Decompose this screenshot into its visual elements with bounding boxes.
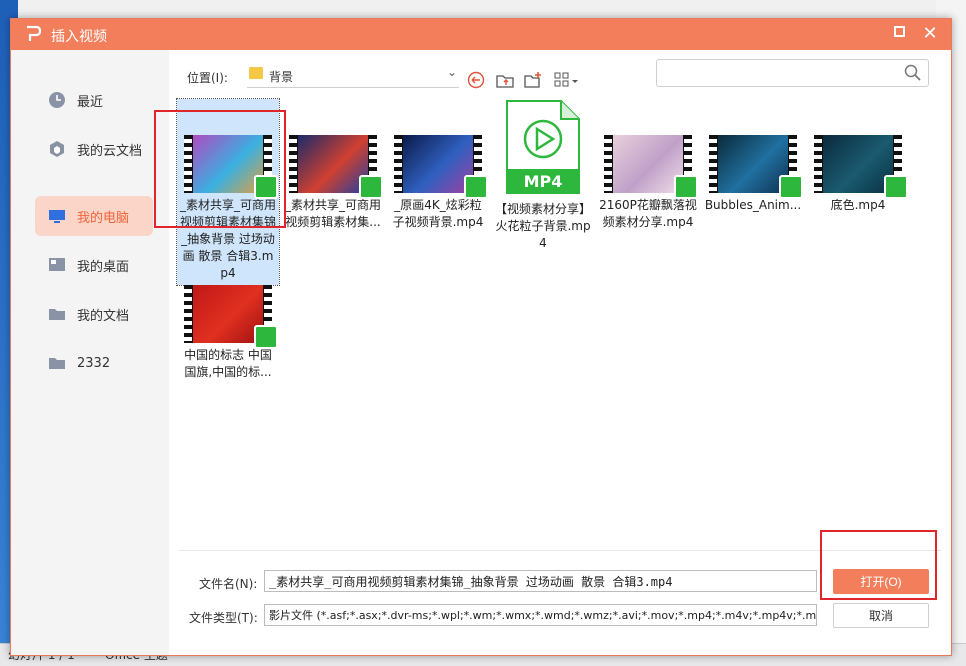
search-icon[interactable]	[904, 64, 922, 82]
video-thumbnail	[814, 135, 908, 199]
sidebar-item-my-computer[interactable]: 我的电脑	[35, 196, 153, 236]
title-bar: 插入视频 ✕	[11, 19, 951, 50]
sidebar-item-recent[interactable]: 最近	[35, 80, 153, 120]
desktop-icon	[47, 255, 67, 275]
video-badge-icon	[779, 175, 803, 199]
new-folder-icon[interactable]	[524, 71, 542, 89]
location-label: 位置(I):	[187, 71, 228, 85]
video-badge-icon	[254, 325, 278, 349]
up-folder-icon[interactable]	[496, 71, 514, 89]
wps-logo-icon	[27, 25, 41, 41]
file-item[interactable]: _素材共享_可商用视频剪辑素材集...	[282, 99, 384, 231]
video-thumbnail	[709, 135, 803, 199]
sidebar-item-label: 我的电脑	[77, 210, 130, 226]
sidebar-item-label: 我的桌面	[77, 259, 130, 275]
video-thumbnail	[604, 135, 698, 199]
insert-video-dialog: 插入视频 ✕ 最近 我的云文档 我的电脑 我的桌面 我的文档 2332 位置(I…	[10, 18, 952, 656]
sidebar: 最近 我的云文档 我的电脑 我的桌面 我的文档 2332	[11, 50, 169, 655]
file-item[interactable]: 2160P花瓣飘落视频素材分享.mp4	[597, 99, 699, 231]
video-thumbnail	[184, 285, 278, 349]
sidebar-item-2332[interactable]: 2332	[35, 343, 153, 383]
file-name: _原画4K_炫彩粒子视频背景.mp4	[392, 198, 484, 229]
cancel-button[interactable]: 取消	[833, 603, 929, 628]
file-name: 底色.mp4	[830, 198, 886, 212]
search-input[interactable]	[663, 62, 897, 86]
video-badge-icon	[674, 175, 698, 199]
folder-icon	[47, 304, 67, 324]
file-item[interactable]: _原画4K_炫彩粒子视频背景.mp4	[387, 99, 489, 231]
dialog-title: 插入视频	[51, 29, 107, 45]
video-badge-icon	[359, 175, 383, 199]
mp4-file-icon: MP4	[505, 99, 581, 195]
sidebar-item-cloud-docs[interactable]: 我的云文档	[35, 129, 153, 169]
annotation-highlight-file	[154, 110, 286, 228]
maximize-icon[interactable]	[894, 26, 905, 37]
video-thumbnail	[289, 135, 383, 199]
close-icon[interactable]: ✕	[919, 23, 941, 45]
file-item[interactable]: Bubbles_Anim...	[702, 99, 804, 214]
file-name: 2160P花瓣飘落视频素材分享.mp4	[599, 198, 697, 229]
video-badge-icon	[884, 175, 908, 199]
folder-icon	[47, 353, 67, 373]
sidebar-item-desktop[interactable]: 我的桌面	[35, 245, 153, 285]
video-thumbnail	[394, 135, 488, 199]
sidebar-item-label: 2332	[77, 355, 111, 371]
filename-label: 文件名(N):	[199, 577, 258, 591]
sidebar-item-label: 我的文档	[77, 308, 130, 324]
folder-icon	[249, 67, 263, 79]
back-icon[interactable]	[467, 71, 485, 89]
cloud-doc-icon	[47, 139, 67, 159]
annotation-highlight-open	[820, 530, 937, 600]
video-badge-icon	[464, 175, 488, 199]
location-value: 背景	[269, 70, 294, 84]
filetype-select[interactable]: 影片文件 (*.asf;*.asx;*.dvr-ms;*.wpl;*.wm;*.…	[264, 604, 817, 626]
file-name: Bubbles_Anim...	[704, 198, 802, 212]
file-item[interactable]: 中国的标志 中国国旗,中国的标...	[177, 249, 279, 381]
location-dropdown[interactable]: 背景 ⌄	[247, 63, 459, 88]
search-input-container	[656, 59, 929, 87]
chevron-down-icon: ⌄	[446, 65, 457, 79]
view-mode-icon[interactable]	[554, 71, 580, 89]
file-name: 【视频素材分享】火花粒子背景.mp4	[494, 202, 591, 250]
file-name: _素材共享_可商用视频剪辑素材集...	[284, 198, 381, 229]
sidebar-item-documents[interactable]: 我的文档	[35, 294, 153, 334]
clock-icon	[47, 90, 67, 110]
file-item[interactable]: MP4 【视频素材分享】火花粒子背景.mp4	[492, 99, 594, 252]
computer-icon	[47, 206, 67, 226]
sidebar-item-label: 最近	[77, 94, 104, 110]
file-name: 中国的标志 中国国旗,中国的标...	[184, 348, 272, 379]
sidebar-item-label: 我的云文档	[77, 143, 143, 159]
file-item[interactable]: 底色.mp4	[807, 99, 909, 214]
filename-field[interactable]: _素材共享_可商用视频剪辑素材集锦_抽象背景 过场动画 散景 合辑3.mp4	[264, 570, 817, 592]
mp4-label: MP4	[524, 172, 563, 191]
filetype-label: 文件类型(T):	[189, 611, 258, 625]
